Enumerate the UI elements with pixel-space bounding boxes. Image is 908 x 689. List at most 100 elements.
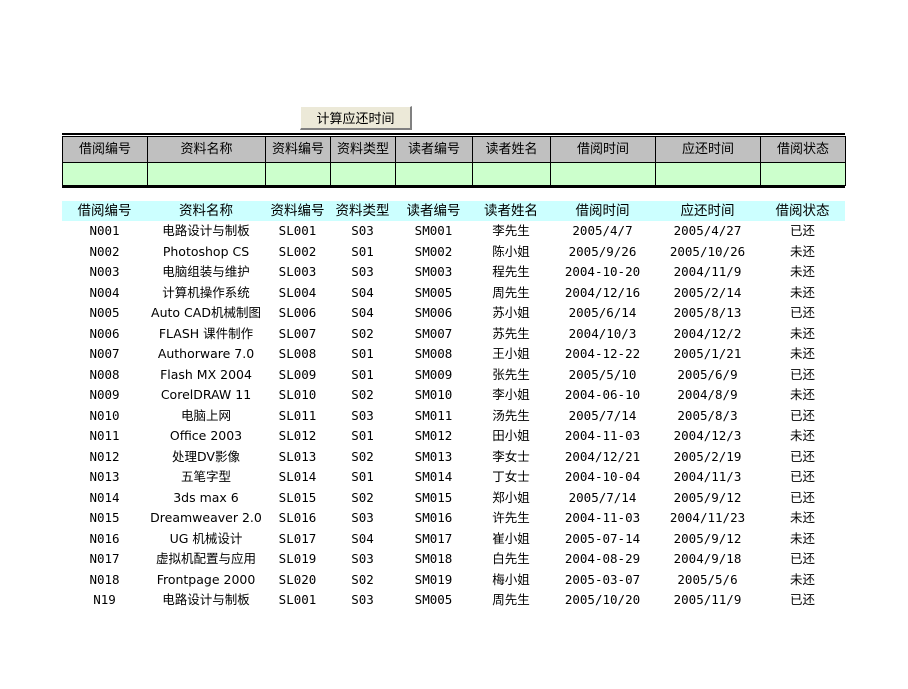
table-cell[interactable]: S02: [330, 324, 395, 345]
table-cell[interactable]: Photoshop CS: [147, 242, 265, 263]
table-cell[interactable]: 丁女士: [472, 467, 550, 488]
table-cell[interactable]: 电脑上网: [147, 406, 265, 427]
table-cell[interactable]: N003: [62, 262, 147, 283]
table-cell[interactable]: 2005/10/20: [550, 590, 655, 611]
entry-input-material-type[interactable]: [330, 162, 396, 186]
table-cell[interactable]: Frontpage 2000: [147, 570, 265, 591]
table-cell[interactable]: N011: [62, 426, 147, 447]
table-cell[interactable]: 张先生: [472, 365, 550, 386]
table-cell[interactable]: N012: [62, 447, 147, 468]
table-cell[interactable]: 未还: [760, 426, 845, 447]
table-cell[interactable]: S04: [330, 529, 395, 550]
table-cell[interactable]: SL014: [265, 467, 330, 488]
table-row[interactable]: N014 3ds max 6 SL015 S02 SM015 郑小姐 2005/7/14 20…: [62, 488, 845, 509]
table-cell[interactable]: SM006: [395, 303, 472, 324]
table-cell[interactable]: N008: [62, 365, 147, 386]
table-cell[interactable]: SM009: [395, 365, 472, 386]
table-cell[interactable]: 2004/8/9: [655, 385, 760, 406]
table-cell[interactable]: SL012: [265, 426, 330, 447]
table-cell[interactable]: 2005/9/26: [550, 242, 655, 263]
table-cell[interactable]: S03: [330, 508, 395, 529]
table-cell[interactable]: 2004/12/21: [550, 447, 655, 468]
table-cell[interactable]: 未还: [760, 529, 845, 550]
table-cell[interactable]: N005: [62, 303, 147, 324]
table-cell[interactable]: 2004-11-03: [550, 508, 655, 529]
table-cell[interactable]: S03: [330, 406, 395, 427]
table-row[interactable]: N017 虚拟机配置与应用 SL019 S03 SM018 白先生 2004-08-29 20…: [62, 549, 845, 570]
table-cell[interactable]: 2004/11/23: [655, 508, 760, 529]
table-cell[interactable]: 崔小姐: [472, 529, 550, 550]
table-cell[interactable]: 王小姐: [472, 344, 550, 365]
table-cell[interactable]: S03: [330, 549, 395, 570]
table-cell[interactable]: S03: [330, 590, 395, 611]
table-cell[interactable]: SM011: [395, 406, 472, 427]
entry-input-borrow-id[interactable]: [62, 162, 148, 186]
table-cell[interactable]: S03: [330, 262, 395, 283]
table-row[interactable]: N001 电路设计与制板 SL001 S03 SM001 李先生 2005/4/7 2005/…: [62, 221, 845, 242]
table-cell[interactable]: S01: [330, 365, 395, 386]
table-cell[interactable]: N009: [62, 385, 147, 406]
table-cell[interactable]: 2005/7/14: [550, 406, 655, 427]
table-cell[interactable]: 2005/2/14: [655, 283, 760, 304]
table-cell[interactable]: 2004-10-04: [550, 467, 655, 488]
table-cell[interactable]: SM018: [395, 549, 472, 570]
table-row[interactable]: N006 FLASH 课件制作 SL007 S02 SM007 苏先生 2004/10/3 2…: [62, 324, 845, 345]
table-cell[interactable]: 2004/12/2: [655, 324, 760, 345]
table-cell[interactable]: 2004/9/18: [655, 549, 760, 570]
table-cell[interactable]: SM001: [395, 221, 472, 242]
table-cell[interactable]: 未还: [760, 508, 845, 529]
table-cell[interactable]: SL010: [265, 385, 330, 406]
table-cell[interactable]: S01: [330, 467, 395, 488]
table-cell[interactable]: SL001: [265, 590, 330, 611]
table-cell[interactable]: SM005: [395, 590, 472, 611]
table-cell[interactable]: SM017: [395, 529, 472, 550]
table-cell[interactable]: N017: [62, 549, 147, 570]
table-cell[interactable]: SM014: [395, 467, 472, 488]
entry-input-due-date[interactable]: [655, 162, 761, 186]
table-cell[interactable]: S02: [330, 570, 395, 591]
table-cell[interactable]: N19: [62, 590, 147, 611]
table-cell[interactable]: 2004/12/16: [550, 283, 655, 304]
table-cell[interactable]: 2004-10-20: [550, 262, 655, 283]
table-cell[interactable]: 已还: [760, 221, 845, 242]
table-row[interactable]: N007 Authorware 7.0 SL008 S01 SM008 王小姐 2004-1…: [62, 344, 845, 365]
table-cell[interactable]: 2004-08-29: [550, 549, 655, 570]
table-cell[interactable]: SM019: [395, 570, 472, 591]
table-cell[interactable]: 2005/11/9: [655, 590, 760, 611]
table-cell[interactable]: SM008: [395, 344, 472, 365]
table-cell[interactable]: S01: [330, 242, 395, 263]
table-cell[interactable]: SM003: [395, 262, 472, 283]
table-cell[interactable]: N015: [62, 508, 147, 529]
entry-form-input-row[interactable]: [62, 162, 846, 186]
table-cell[interactable]: 2005/6/9: [655, 365, 760, 386]
table-cell[interactable]: 电路设计与制板: [147, 221, 265, 242]
table-cell[interactable]: 苏小姐: [472, 303, 550, 324]
table-cell[interactable]: SL020: [265, 570, 330, 591]
table-cell[interactable]: SL011: [265, 406, 330, 427]
entry-input-status[interactable]: [760, 162, 846, 186]
table-row[interactable]: N003 电脑组装与维护 SL003 S03 SM003 程先生 2004-10-20 200…: [62, 262, 845, 283]
table-cell[interactable]: 已还: [760, 467, 845, 488]
table-cell[interactable]: SL016: [265, 508, 330, 529]
table-cell[interactable]: 计算机操作系统: [147, 283, 265, 304]
table-cell[interactable]: 3ds max 6: [147, 488, 265, 509]
table-cell[interactable]: SL015: [265, 488, 330, 509]
table-cell[interactable]: N016: [62, 529, 147, 550]
table-cell[interactable]: 2005/10/26: [655, 242, 760, 263]
table-cell[interactable]: SL001: [265, 221, 330, 242]
table-cell[interactable]: SM007: [395, 324, 472, 345]
table-row[interactable]: N013 五笔字型 SL014 S01 SM014 丁女士 2004-10-04 2004/1…: [62, 467, 845, 488]
table-cell[interactable]: 2004/10/3: [550, 324, 655, 345]
table-row[interactable]: N002 Photoshop CS SL002 S01 SM002 陈小姐 2005/9/2…: [62, 242, 845, 263]
table-cell[interactable]: SL013: [265, 447, 330, 468]
table-cell[interactable]: 2005/4/7: [550, 221, 655, 242]
table-cell[interactable]: 已还: [760, 488, 845, 509]
table-cell[interactable]: 2004/11/3: [655, 467, 760, 488]
table-cell[interactable]: 李先生: [472, 221, 550, 242]
table-cell[interactable]: 已还: [760, 406, 845, 427]
table-cell[interactable]: SL009: [265, 365, 330, 386]
table-cell[interactable]: N010: [62, 406, 147, 427]
table-cell[interactable]: 2004/12/3: [655, 426, 760, 447]
table-cell[interactable]: 2005/5/6: [655, 570, 760, 591]
table-cell[interactable]: 汤先生: [472, 406, 550, 427]
